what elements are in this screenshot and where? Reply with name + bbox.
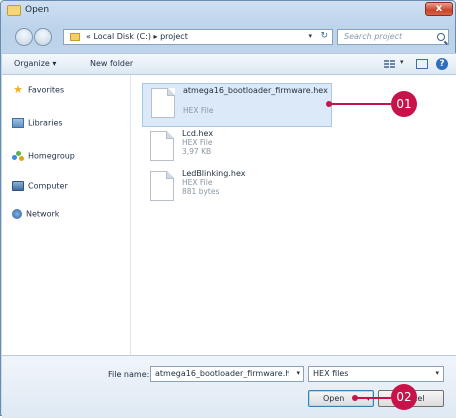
window-title: Open bbox=[25, 5, 50, 15]
content-area: ★ Favorites Libraries Homegroup Computer … bbox=[2, 75, 456, 355]
file-type-select[interactable]: HEX files ▾ bbox=[308, 366, 444, 382]
address-bar[interactable]: « Local Disk (C:) ▸ project ▾ ↻ bbox=[63, 29, 333, 45]
back-button[interactable] bbox=[15, 28, 33, 46]
search-placeholder: Search project bbox=[344, 32, 403, 41]
callout-line bbox=[355, 397, 391, 399]
file-name-field[interactable]: atmega16_bootloader_firmware.he ▾ bbox=[150, 366, 304, 382]
file-size: 881 bytes bbox=[182, 187, 220, 196]
sidebar-item-computer[interactable]: Computer bbox=[12, 181, 68, 195]
sidebar-item-homegroup[interactable]: Homegroup bbox=[12, 151, 75, 165]
file-name-value[interactable]: atmega16_bootloader_firmware.he bbox=[155, 369, 289, 378]
network-icon bbox=[12, 209, 22, 219]
change-view-icon[interactable] bbox=[384, 59, 396, 69]
libraries-icon bbox=[12, 118, 24, 128]
folder-icon bbox=[7, 5, 21, 16]
open-button-label: Open bbox=[323, 394, 345, 403]
navigation-pane: ★ Favorites Libraries Homegroup Computer … bbox=[2, 75, 131, 355]
address-dropdown-icon[interactable]: ▾ bbox=[308, 32, 312, 40]
sidebar-item-network[interactable]: Network bbox=[12, 209, 59, 223]
file-type: HEX File bbox=[183, 106, 214, 115]
command-bar: Organize ▾ New folder ▾ ? bbox=[2, 53, 456, 75]
close-button[interactable]: x bbox=[425, 2, 453, 16]
open-dialog: Open x « Local Disk (C:) ▸ project ▾ ↻ S… bbox=[0, 0, 456, 418]
homegroup-icon bbox=[12, 151, 24, 161]
search-input[interactable]: Search project bbox=[337, 29, 449, 45]
open-split-icon[interactable]: ▾ bbox=[366, 392, 370, 407]
file-name: Lcd.hex bbox=[182, 129, 214, 138]
file-type: HEX File bbox=[182, 138, 213, 147]
preview-pane-icon[interactable] bbox=[416, 59, 428, 69]
view-dropdown-icon[interactable]: ▾ bbox=[400, 58, 404, 66]
folder-icon bbox=[70, 33, 80, 41]
sidebar-item-libraries[interactable]: Libraries bbox=[12, 118, 63, 132]
title-bar[interactable]: Open x bbox=[1, 1, 456, 21]
new-folder-button[interactable]: New folder bbox=[90, 59, 133, 68]
callout-02: 02 bbox=[391, 384, 417, 410]
file-item[interactable]: atmega16_bootloader_firmware.hex HEX Fil… bbox=[142, 83, 332, 127]
file-name: LedBlinking.hex bbox=[182, 169, 246, 178]
callout-01: 01 bbox=[391, 91, 417, 117]
refresh-icon[interactable]: ↻ bbox=[320, 31, 328, 41]
file-type-dropdown-icon[interactable]: ▾ bbox=[435, 369, 439, 377]
file-icon bbox=[150, 171, 174, 201]
file-icon bbox=[150, 131, 174, 161]
navigation-bar: « Local Disk (C:) ▸ project ▾ ↻ Search p… bbox=[1, 23, 456, 51]
file-type-value: HEX files bbox=[313, 369, 349, 378]
help-icon[interactable]: ? bbox=[436, 58, 448, 70]
file-name-dropdown-icon[interactable]: ▾ bbox=[296, 369, 300, 377]
file-name-label: File name: bbox=[108, 370, 150, 379]
file-name-panel: File name: atmega16_bootloader_firmware.… bbox=[2, 355, 456, 418]
organize-menu[interactable]: Organize ▾ bbox=[14, 59, 56, 68]
callout-line bbox=[329, 103, 391, 105]
search-icon[interactable] bbox=[437, 33, 445, 41]
file-icon bbox=[151, 88, 175, 118]
file-size: 3,97 KB bbox=[182, 147, 212, 156]
sidebar-item-favorites[interactable]: ★ Favorites bbox=[12, 83, 64, 99]
file-item[interactable]: Lcd.hex HEX File 3,97 KB bbox=[142, 127, 332, 167]
forward-button[interactable] bbox=[34, 28, 52, 46]
file-name: atmega16_bootloader_firmware.hex bbox=[183, 86, 328, 95]
computer-icon bbox=[12, 181, 24, 191]
address-path[interactable]: « Local Disk (C:) ▸ project bbox=[86, 32, 188, 41]
star-icon: ★ bbox=[13, 83, 23, 96]
file-type: HEX File bbox=[182, 178, 213, 187]
file-item[interactable]: LedBlinking.hex HEX File 881 bytes bbox=[142, 167, 332, 207]
